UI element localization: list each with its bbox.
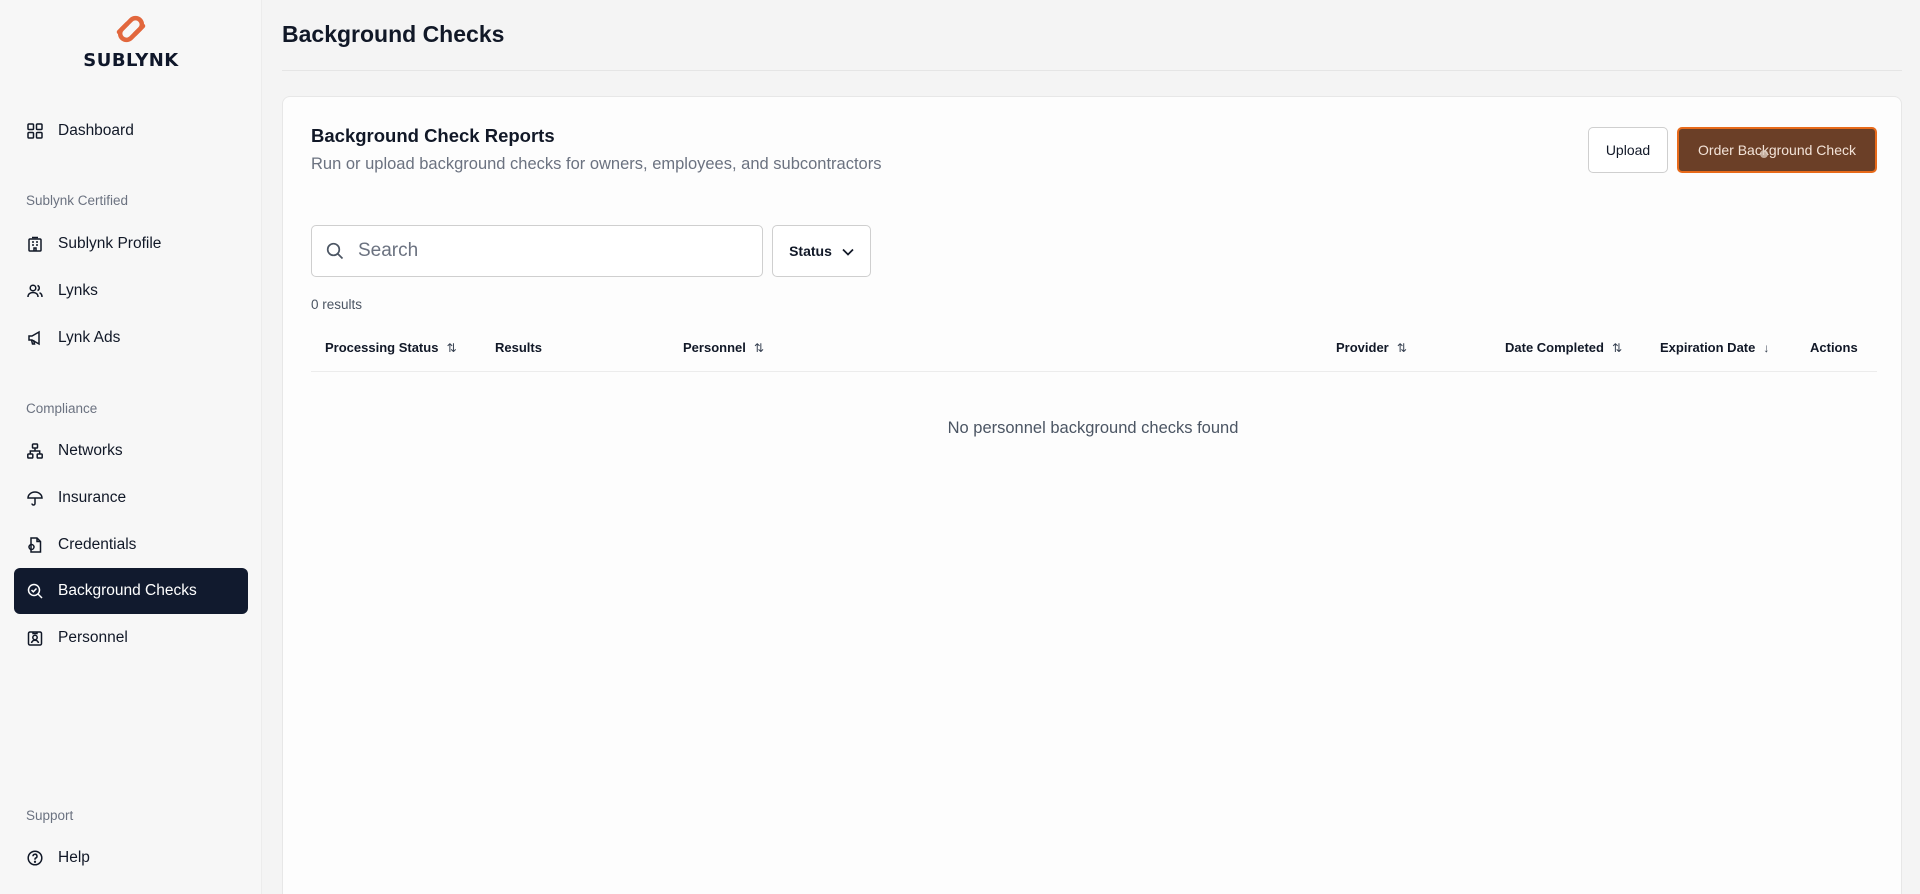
- users-icon: [26, 282, 44, 300]
- sidebar-item-label: Help: [58, 849, 90, 866]
- help-circle-icon: [26, 849, 44, 867]
- sidebar-item-help[interactable]: Help: [14, 835, 248, 881]
- column-label: Results: [495, 340, 542, 355]
- sidebar-item-sublynk-profile[interactable]: Sublynk Profile: [14, 221, 248, 267]
- divider: [282, 70, 1902, 71]
- sidebar-item-label: Lynks: [58, 282, 98, 299]
- document-badge-icon: [26, 536, 44, 554]
- column-label: Actions: [1810, 340, 1858, 355]
- mouse-cursor: [1760, 150, 1768, 158]
- page-title: Background Checks: [282, 21, 505, 47]
- sublynk-logo-icon: [116, 15, 146, 43]
- search-input[interactable]: [358, 240, 738, 262]
- id-badge-icon: [26, 629, 44, 647]
- sidebar-item-personnel[interactable]: Personnel: [14, 615, 248, 661]
- sidebar-item-label: Background Checks: [58, 582, 197, 599]
- chevron-down-icon: [842, 243, 854, 259]
- building-icon: [26, 235, 44, 253]
- status-filter-label: Status: [789, 243, 832, 259]
- order-background-check-button[interactable]: Order Background Check: [1677, 127, 1877, 173]
- sort-icon[interactable]: ⇅: [446, 341, 456, 355]
- grid-icon: [26, 122, 44, 140]
- search-icon: [326, 242, 344, 260]
- column-label: Personnel: [683, 340, 746, 355]
- sidebar-item-networks[interactable]: Networks: [14, 428, 248, 474]
- search-box[interactable]: [311, 225, 763, 277]
- column-header-personnel[interactable]: Personnel ⇅: [683, 340, 764, 355]
- empty-state-message: No personnel background checks found: [947, 419, 1239, 437]
- sidebar-item-lynk-ads[interactable]: Lynk Ads: [14, 315, 248, 361]
- sort-icon[interactable]: ⇅: [1612, 341, 1622, 355]
- umbrella-icon: [26, 489, 44, 507]
- sidebar-item-label: Networks: [58, 442, 123, 459]
- logo[interactable]: SUBLYNK: [0, 12, 262, 71]
- column-label: Expiration Date: [1660, 340, 1756, 355]
- results-count: 0 results: [311, 297, 363, 312]
- column-header-expiration-date[interactable]: Expiration Date ↓: [1660, 340, 1769, 355]
- column-header-results: Results: [495, 340, 542, 355]
- sidebar-item-label: Lynk Ads: [58, 329, 121, 346]
- sort-icon[interactable]: ⇅: [1397, 341, 1407, 355]
- sidebar: SUBLYNK Dashboard Sublynk Certified Subl…: [0, 0, 262, 894]
- column-header-provider[interactable]: Provider ⇅: [1336, 340, 1407, 355]
- section-label-compliance: Compliance: [26, 401, 98, 416]
- card-subtitle: Run or upload background checks for owne…: [311, 155, 882, 173]
- sidebar-item-label: Insurance: [58, 489, 127, 506]
- status-filter-dropdown[interactable]: Status: [772, 225, 871, 277]
- sidebar-item-credentials[interactable]: Credentials: [14, 522, 248, 568]
- column-label: Processing Status: [325, 340, 439, 355]
- sidebar-item-background-checks[interactable]: Background Checks: [14, 568, 248, 614]
- sidebar-item-label: Dashboard: [58, 122, 134, 139]
- sidebar-item-insurance[interactable]: Insurance: [14, 475, 248, 521]
- sidebar-item-dashboard[interactable]: Dashboard: [14, 108, 248, 154]
- column-header-processing-status[interactable]: Processing Status ⇅: [325, 340, 457, 355]
- sort-icon[interactable]: ↓: [1763, 341, 1769, 355]
- network-icon: [26, 442, 44, 460]
- column-header-date-completed[interactable]: Date Completed ⇅: [1505, 340, 1622, 355]
- search-check-icon: [26, 582, 44, 600]
- sidebar-item-label: Personnel: [58, 629, 128, 646]
- megaphone-icon: [26, 329, 44, 347]
- card-title: Background Check Reports: [311, 125, 555, 146]
- column-label: Date Completed: [1505, 340, 1604, 355]
- column-header-actions: Actions: [1810, 340, 1858, 355]
- upload-button[interactable]: Upload: [1588, 127, 1668, 173]
- brand-name: SUBLYNK: [83, 50, 179, 71]
- background-check-reports-card: Background Check Reports Run or upload b…: [282, 96, 1902, 894]
- sidebar-item-label: Sublynk Profile: [58, 235, 162, 252]
- sort-icon[interactable]: ⇅: [754, 341, 764, 355]
- section-label-support: Support: [26, 808, 74, 823]
- sidebar-item-label: Credentials: [58, 536, 137, 553]
- column-label: Provider: [1336, 340, 1389, 355]
- sidebar-item-lynks[interactable]: Lynks: [14, 268, 248, 314]
- section-label-certified: Sublynk Certified: [26, 193, 129, 208]
- table-header-divider: [311, 371, 1877, 372]
